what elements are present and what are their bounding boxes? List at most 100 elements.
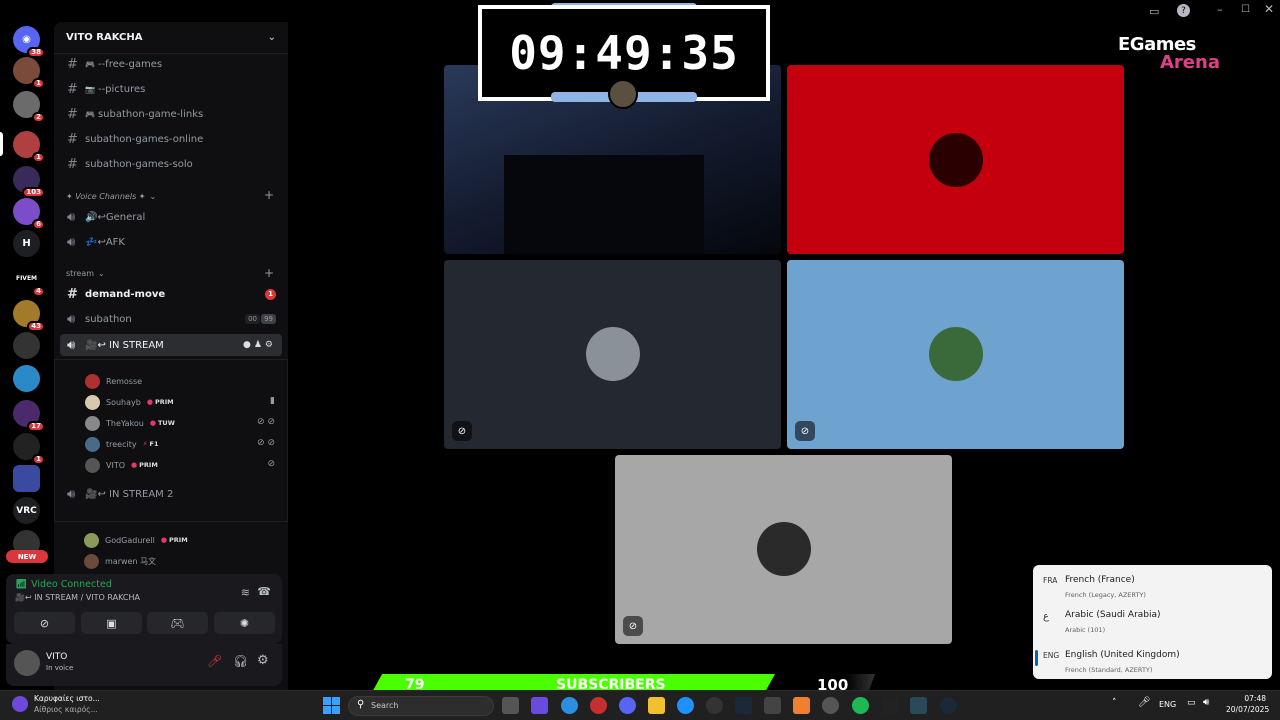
headphones-icon[interactable]: 🎧︎ — [233, 654, 248, 668]
server-icon[interactable]: 1 — [13, 57, 45, 89]
avatar[interactable] — [14, 650, 40, 676]
taskbar-search[interactable]: ⚲ Search — [348, 696, 494, 716]
category-voice-channels[interactable]: ✦ Voice Channels ✦ ⌄ — [66, 192, 156, 201]
app-icon[interactable] — [793, 697, 810, 714]
voice-channel-in-stream-2[interactable]: 🔊︎ 🎥↩ IN STREAM 2 — [60, 483, 282, 505]
camera-button[interactable]: ⊘ — [14, 612, 75, 634]
gear-icon[interactable]: ⚙ — [257, 653, 269, 668]
server-icon[interactable]: 103 — [13, 166, 45, 198]
voice-user[interactable]: Souhayb ● PRIM — [85, 392, 174, 412]
capcut-icon[interactable] — [881, 697, 898, 714]
copilot-icon[interactable] — [531, 697, 548, 714]
input-language-indicator[interactable]: ENG — [1159, 700, 1176, 709]
task-view-icon[interactable] — [502, 697, 519, 714]
spotify-icon[interactable] — [852, 697, 869, 714]
noise-suppression-icon[interactable]: ≋ — [241, 586, 250, 599]
voice-user[interactable]: marwen 马文 — [84, 551, 156, 571]
mic-muted-icon[interactable]: 🎤︎ — [207, 654, 222, 668]
help-icon[interactable]: ? — [1177, 4, 1190, 17]
language-option[interactable]: FRA French (France) French (Legacy, AZER… — [1033, 565, 1272, 599]
gear-icon[interactable]: ⚙ — [265, 340, 276, 350]
chrome-icon[interactable] — [561, 697, 578, 714]
maximize-icon[interactable]: ☐ — [1241, 4, 1250, 15]
connection-channel[interactable]: 🎥↩ IN STREAM / VITO RAKCHA — [15, 593, 140, 602]
discord-home-button[interactable]: ◉ 38 — [13, 26, 45, 58]
server-icon[interactable]: 43 — [13, 300, 45, 332]
disconnect-icon[interactable]: ☎︎ — [257, 585, 271, 598]
voice-user[interactable]: Remosse — [85, 371, 142, 391]
app-icon[interactable] — [764, 697, 781, 714]
server-icon[interactable]: 1 — [13, 131, 45, 163]
weather-title[interactable]: Καρυφαίες ιστο... — [34, 694, 100, 703]
avatar — [586, 327, 640, 381]
channel-actions[interactable]: ●♟⚙ — [243, 340, 276, 350]
language-option-selected[interactable]: ENG English (United Kingdom) French (Sta… — [1033, 640, 1272, 674]
text-channel[interactable]: # subathon-games-online — [60, 128, 282, 150]
text-channel[interactable]: # 🎮 --free-games — [60, 53, 282, 75]
app-icon[interactable] — [910, 697, 927, 714]
chat-icon[interactable]: ● — [243, 340, 254, 350]
video-tile-user[interactable]: ⊘ — [787, 260, 1124, 449]
chevron-up-icon[interactable]: ˄ — [1112, 698, 1117, 708]
server-icon[interactable]: 1 — [13, 433, 45, 465]
clock[interactable]: 07:48 20/07/2025 — [1226, 694, 1269, 714]
voice-user[interactable]: GodGadurell ● PRIM — [84, 530, 188, 550]
close-icon[interactable]: ✕ — [1264, 2, 1274, 16]
soundboard-button[interactable]: ✺ — [214, 612, 275, 634]
notification-badge: 4 — [32, 286, 45, 297]
server-icon-fivem[interactable]: FIVEM 4 — [13, 265, 45, 297]
invite-icon[interactable]: ♟ — [254, 340, 265, 350]
language-option[interactable]: ع Arabic (Saudi Arabia) Arabic (101) — [1033, 600, 1272, 634]
text-channel[interactable]: # 🎮 subathon-game-links — [60, 103, 282, 125]
inbox-icon[interactable]: ▭ — [1149, 5, 1159, 18]
connection-status[interactable]: 📶︎ Video Connected — [15, 579, 112, 590]
obs-icon[interactable] — [822, 697, 839, 714]
text-channel[interactable]: # subathon-games-solo — [60, 153, 282, 175]
voice-user[interactable]: TheYakou ● TUW — [85, 413, 175, 433]
muted-icons: ⊘ ⊘ — [257, 438, 275, 448]
server-icon[interactable] — [13, 365, 40, 392]
server-header[interactable]: VITO RAKCHA ⌄ — [54, 22, 288, 54]
hash-icon: # — [67, 156, 78, 172]
category-stream[interactable]: stream ⌄ — [66, 269, 105, 278]
app-icon[interactable] — [590, 697, 607, 714]
file-explorer-icon[interactable] — [648, 697, 665, 714]
steam-icon[interactable] — [735, 697, 752, 714]
video-shadow — [504, 155, 704, 254]
weather-icon[interactable] — [12, 696, 28, 712]
text-channel[interactable]: # 📷 --pictures — [60, 78, 282, 100]
server-icon[interactable]: 2 — [13, 91, 45, 123]
start-button[interactable] — [323, 697, 340, 714]
video-tile-user[interactable]: ⊘ — [615, 455, 952, 644]
notification-badge: 6 — [32, 219, 45, 230]
voice-user[interactable]: treecity ⚡ F1 — [85, 434, 158, 454]
app-icon[interactable] — [677, 697, 694, 714]
add-channel-icon[interactable]: + — [264, 266, 274, 280]
add-channel-icon[interactable]: + — [264, 188, 274, 202]
activities-button[interactable]: 🎮︎ — [147, 612, 208, 634]
server-icon[interactable]: 17 — [13, 400, 45, 432]
voice-user[interactable]: VITO ● PRIM — [85, 455, 158, 475]
text-channel-demand-move[interactable]: # demand-move 1 — [60, 283, 282, 305]
voice-channel[interactable]: 🔊︎ 🔊↩General — [60, 206, 282, 228]
server-icon[interactable]: 6 — [13, 198, 45, 230]
video-tile-user[interactable]: ⊘ — [444, 260, 781, 449]
screen-share-button[interactable]: ▣ — [81, 612, 142, 634]
volume-icon[interactable]: 🔊︎ — [1203, 697, 1209, 708]
app-icon[interactable] — [706, 697, 723, 714]
voice-channel-subathon[interactable]: 🔊︎ subathon 00 99 — [60, 308, 282, 330]
server-icon[interactable] — [13, 465, 40, 492]
discord-icon[interactable] — [619, 697, 636, 714]
voice-channel[interactable]: 🔊︎ 💤↩AFK — [60, 231, 282, 253]
server-icon-h[interactable]: H — [13, 230, 40, 257]
server-icon[interactable] — [13, 332, 40, 359]
network-icon[interactable]: ▭ — [1187, 698, 1196, 708]
microphone-icon[interactable]: 🎤︎ — [1138, 697, 1151, 708]
voice-channel-in-stream[interactable]: 🔊︎ 🎥↩ IN STREAM ●♟⚙ — [60, 334, 282, 356]
video-tile-user[interactable] — [787, 65, 1124, 254]
steam-icon[interactable] — [940, 697, 957, 714]
discord-logo-icon: ◉ — [22, 34, 31, 45]
muted-icons: ⊘ ⊘ — [257, 417, 275, 427]
minimize-icon[interactable]: – — [1217, 3, 1223, 16]
server-icon-vrc[interactable]: VRC — [13, 497, 40, 524]
